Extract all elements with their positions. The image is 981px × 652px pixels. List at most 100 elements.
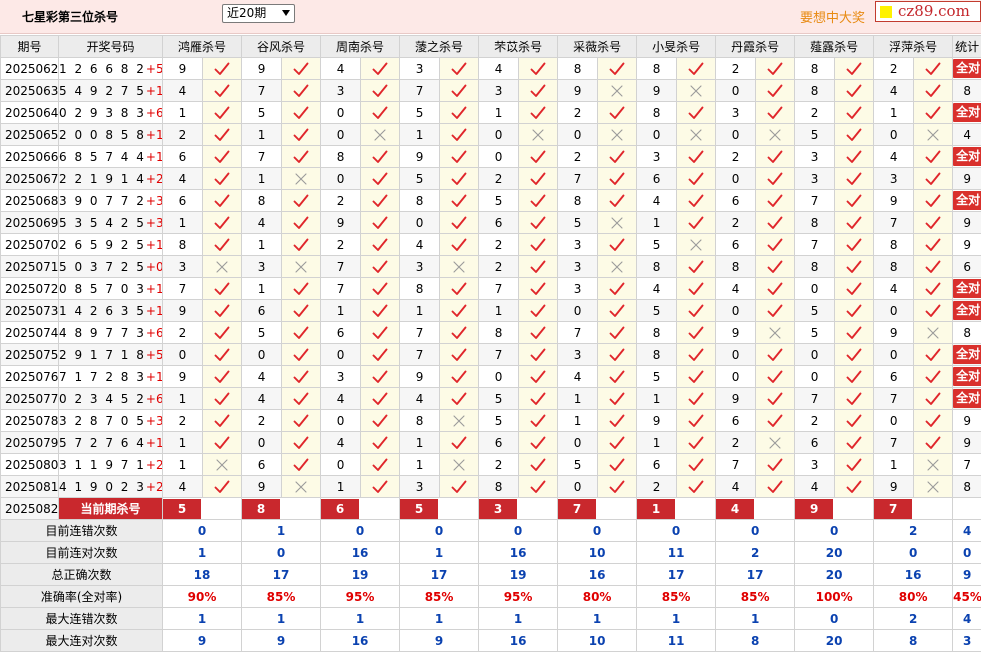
- stats-value: 9: [953, 564, 981, 586]
- stats-value: 0: [163, 520, 242, 542]
- current-kill-number: 7: [874, 499, 912, 519]
- check-icon: [203, 190, 242, 212]
- draw-sum: +1: [146, 282, 163, 296]
- stats-row: 总正确次数181719171916171720169: [1, 564, 981, 586]
- check-icon: [756, 212, 795, 234]
- table-row: 20250621 2 6 6 8 2+59943488282全对: [1, 58, 981, 80]
- check-icon: [519, 102, 558, 124]
- cross-icon: [203, 256, 242, 278]
- check-icon: [914, 366, 953, 388]
- kill-number: 9: [163, 58, 203, 80]
- check-icon: [598, 476, 637, 498]
- kill-number: 4: [242, 366, 282, 388]
- kill-number: 4: [400, 388, 440, 410]
- kill-number: 8: [400, 190, 440, 212]
- kill-number: 0: [321, 410, 361, 432]
- all-correct-badge: 全对: [953, 103, 981, 122]
- kill-number: 9: [400, 146, 440, 168]
- check-icon: [203, 278, 242, 300]
- current-kill-cell: 7: [558, 498, 637, 520]
- check-icon: [835, 322, 874, 344]
- kill-number: 2: [479, 168, 519, 190]
- check-icon: [440, 366, 479, 388]
- kill-number: 4: [874, 278, 914, 300]
- cross-icon: [440, 454, 479, 476]
- current-kill-number: 8: [242, 499, 280, 519]
- kill-number: 7: [242, 146, 282, 168]
- stats-value: 9: [163, 630, 242, 652]
- period-cell: 2025064: [1, 102, 59, 124]
- stats-value: 8: [874, 630, 953, 652]
- check-icon: [519, 432, 558, 454]
- stats-value: 1: [479, 608, 558, 630]
- kill-number: 8: [716, 256, 756, 278]
- check-icon: [203, 80, 242, 102]
- kill-number: 0: [716, 168, 756, 190]
- check-icon: [282, 366, 321, 388]
- period-cell: 2025073: [1, 300, 59, 322]
- kill-number: 1: [163, 102, 203, 124]
- site-logo[interactable]: cz89.com: [875, 1, 981, 22]
- kill-number: 1: [242, 124, 282, 146]
- table-row: 20250720 8 5 7 0 3+17178734404全对: [1, 278, 981, 300]
- check-icon: [361, 102, 400, 124]
- stats-value: 0: [637, 520, 716, 542]
- row-stat: 9: [953, 410, 981, 432]
- draw-sum: +11: [146, 238, 163, 252]
- check-icon: [519, 344, 558, 366]
- kill-number: 9: [321, 212, 361, 234]
- stats-value: 8: [716, 630, 795, 652]
- draw-numbers-cell: 4 1 9 0 2 3+2: [59, 476, 163, 498]
- check-icon: [361, 454, 400, 476]
- stats-value: 10: [558, 542, 637, 564]
- kill-number: 8: [558, 58, 598, 80]
- cross-icon: [677, 124, 716, 146]
- draw-numbers-cell: 3 1 1 9 7 1+2: [59, 454, 163, 476]
- check-icon: [677, 388, 716, 410]
- period-range-select[interactable]: 近20期: [222, 4, 295, 23]
- check-icon: [677, 212, 716, 234]
- table-row: 20250652 0 0 8 5 8+1021010000504: [1, 124, 981, 146]
- cross-icon: [677, 234, 716, 256]
- check-icon: [835, 410, 874, 432]
- kill-number: 4: [242, 212, 282, 234]
- check-icon: [598, 102, 637, 124]
- check-icon: [598, 344, 637, 366]
- check-icon: [440, 80, 479, 102]
- row-stat: 6: [953, 256, 981, 278]
- check-icon: [835, 146, 874, 168]
- kill-number: 6: [637, 454, 677, 476]
- stats-value: 4: [953, 520, 981, 542]
- check-icon: [519, 454, 558, 476]
- table-row: 20250752 9 1 7 1 8+50007738000全对: [1, 344, 981, 366]
- kill-number: 0: [558, 124, 598, 146]
- table-row: 20250683 9 0 7 7 2+36828584679全对: [1, 190, 981, 212]
- cross-icon: [440, 256, 479, 278]
- stats-value: 17: [400, 564, 479, 586]
- draw-numbers-cell: 0 8 5 7 0 3+1: [59, 278, 163, 300]
- kill-number: 8: [795, 80, 835, 102]
- ad-slogan[interactable]: 要想中大奖: [800, 7, 865, 26]
- cross-icon: [914, 476, 953, 498]
- kill-number: 5: [795, 300, 835, 322]
- kill-number: 6: [242, 300, 282, 322]
- all-correct-badge: 全对: [953, 345, 981, 364]
- check-icon: [440, 432, 479, 454]
- kill-number: 0: [558, 300, 598, 322]
- kill-number: 2: [716, 432, 756, 454]
- check-icon: [519, 190, 558, 212]
- period-cell: 2025077: [1, 388, 59, 410]
- table-row: 20250767 1 7 2 8 3+19439045006全对: [1, 366, 981, 388]
- stats-value: 11: [637, 542, 716, 564]
- check-icon: [361, 366, 400, 388]
- kill-number: 6: [795, 432, 835, 454]
- row-stat: 4: [953, 124, 981, 146]
- kill-number: 1: [637, 212, 677, 234]
- check-icon: [598, 190, 637, 212]
- kill-number: 1: [637, 432, 677, 454]
- stats-value: 85%: [242, 586, 321, 608]
- check-icon: [361, 146, 400, 168]
- kill-number: 8: [242, 190, 282, 212]
- check-icon: [203, 476, 242, 498]
- column-header: 浮萍杀号: [874, 36, 953, 58]
